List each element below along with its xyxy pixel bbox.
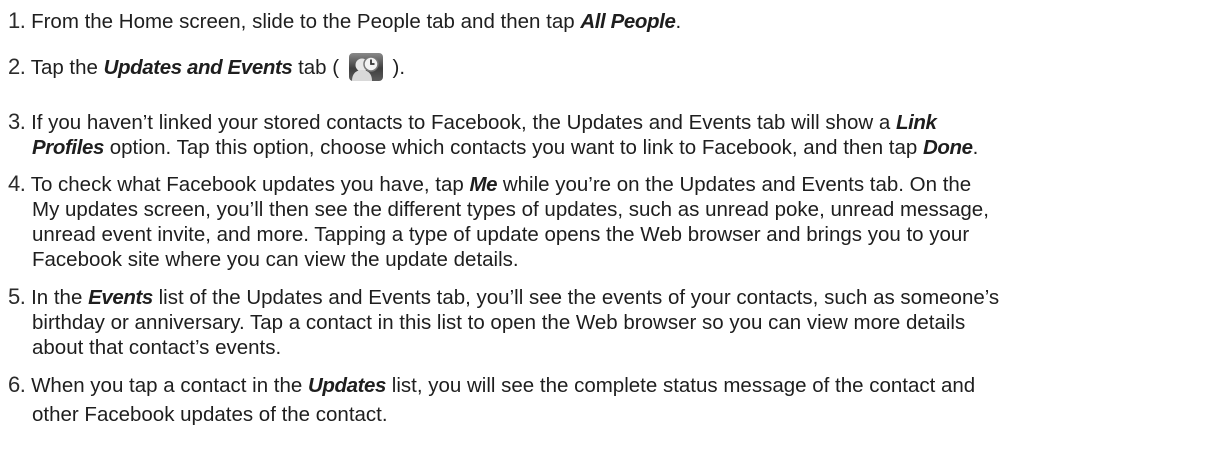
step-text: tab ( — [292, 56, 345, 79]
step-number: 3. — [8, 109, 26, 134]
step-text: option. Tap this option, choose which co… — [104, 136, 923, 159]
step-5: 5. In the Events list of the Updates and… — [8, 284, 1198, 360]
step-text: while you’re on the Updates and Events t… — [497, 173, 972, 196]
step-text: If you haven’t linked your stored contac… — [31, 111, 896, 134]
emphasis-link: Link — [895, 111, 937, 134]
emphasis-all-people: All People — [580, 10, 676, 33]
step-text: To check what Facebook updates you have,… — [30, 173, 470, 196]
emphasis-me: Me — [469, 173, 498, 196]
step-text: When you tap a contact in the — [31, 374, 308, 397]
step-4: 4. To check what Facebook updates you ha… — [8, 171, 1198, 272]
step-number: 6. — [8, 372, 26, 397]
step-text: . — [972, 136, 979, 159]
step-line: birthday or anniversary. Tap a contact i… — [32, 311, 966, 334]
step-text: ). — [386, 56, 406, 79]
emphasis-done: Done — [923, 136, 973, 159]
step-3: 3. If you haven’t linked your stored con… — [8, 109, 1198, 160]
step-number: 5. — [8, 284, 26, 309]
step-text: . — [675, 10, 682, 33]
emphasis-updates: Updates — [307, 374, 387, 397]
step-line: other Facebook updates of the contact. — [32, 403, 388, 426]
step-text: Tap the — [30, 56, 104, 79]
step-text: list of the Updates and Events tab, you’… — [152, 286, 1000, 309]
step-line: My updates screen, you’ll then see the d… — [32, 198, 989, 221]
step-text: In the — [31, 286, 89, 309]
step-number: 4. — [8, 171, 26, 196]
step-line: unread event invite, and more. Tapping a… — [32, 223, 970, 246]
instruction-list: 1. From the Home screen, slide to the Pe… — [0, 0, 1206, 464]
step-text: From the Home screen, slide to the Peopl… — [31, 10, 581, 33]
step-6: 6. When you tap a contact in the Updates… — [8, 372, 1198, 427]
step-line: Profiles option. Tap this option, choose… — [8, 135, 1198, 160]
step-line: about that contact’s events. — [32, 336, 282, 359]
emphasis-profiles: Profiles — [32, 136, 104, 159]
step-1: 1. From the Home screen, slide to the Pe… — [8, 8, 1198, 34]
step-2: 2. Tap the Updates and Events tab ( ). — [8, 53, 1198, 81]
step-number: 1. — [8, 8, 26, 33]
step-number: 2. — [8, 54, 26, 79]
step-line: Facebook site where you can view the upd… — [32, 248, 519, 271]
step-text: list, you will see the complete status m… — [386, 374, 976, 397]
emphasis-updates-and-events: Updates and Events — [103, 56, 293, 79]
emphasis-events: Events — [88, 286, 153, 309]
updates-events-tab-icon — [348, 53, 383, 81]
